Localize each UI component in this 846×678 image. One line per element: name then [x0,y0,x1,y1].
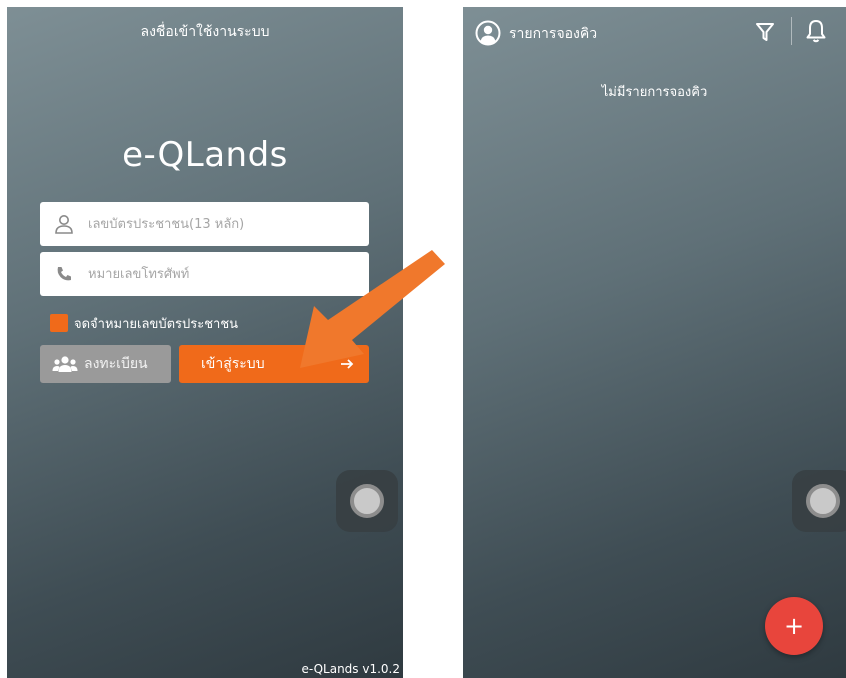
users-icon [52,355,78,373]
assistive-touch-button[interactable] [792,470,846,532]
idcard-field[interactable] [40,202,369,246]
annotation-arrow-icon [300,250,445,368]
queue-header-title: รายการจองคิว [509,26,598,42]
phone-icon [52,262,76,286]
remember-checkbox[interactable] [50,314,68,332]
login-label: เข้าสู่ระบบ [201,356,265,372]
remember-idcard[interactable]: จดจำหมายเลขบัตรประชาชน [50,313,238,333]
idcard-input[interactable] [86,215,360,233]
assistive-touch-icon [350,484,384,518]
register-label: ลงทะเบียน [84,356,148,372]
empty-queue-message: ไม่มีรายการจองคิว [601,85,708,100]
user-icon [52,212,76,236]
queue-screen: รายการจองคิว ไม่มีรายการจองคิว + [463,7,846,678]
login-header: ลงชื่อเข้าใช้งานระบบ [7,7,403,57]
queue-header: รายการจองคิว [463,7,846,57]
profile-icon[interactable] [475,20,501,50]
app-title: e-QLands [122,135,288,175]
login-header-title: ลงชื่อเข้าใช้งานระบบ [140,24,270,40]
register-button[interactable]: ลงทะเบียน [40,345,171,383]
assistive-touch-icon [806,484,840,518]
plus-icon: + [783,612,805,640]
filter-icon[interactable] [755,21,775,47]
bell-icon[interactable] [805,19,827,47]
app-version: e-QLands v1.0.2 [301,662,400,676]
assistive-touch-button[interactable] [336,470,398,532]
remember-label: จดจำหมายเลขบัตรประชาชน [74,316,239,332]
header-divider [791,17,792,45]
add-queue-button[interactable]: + [765,597,823,655]
